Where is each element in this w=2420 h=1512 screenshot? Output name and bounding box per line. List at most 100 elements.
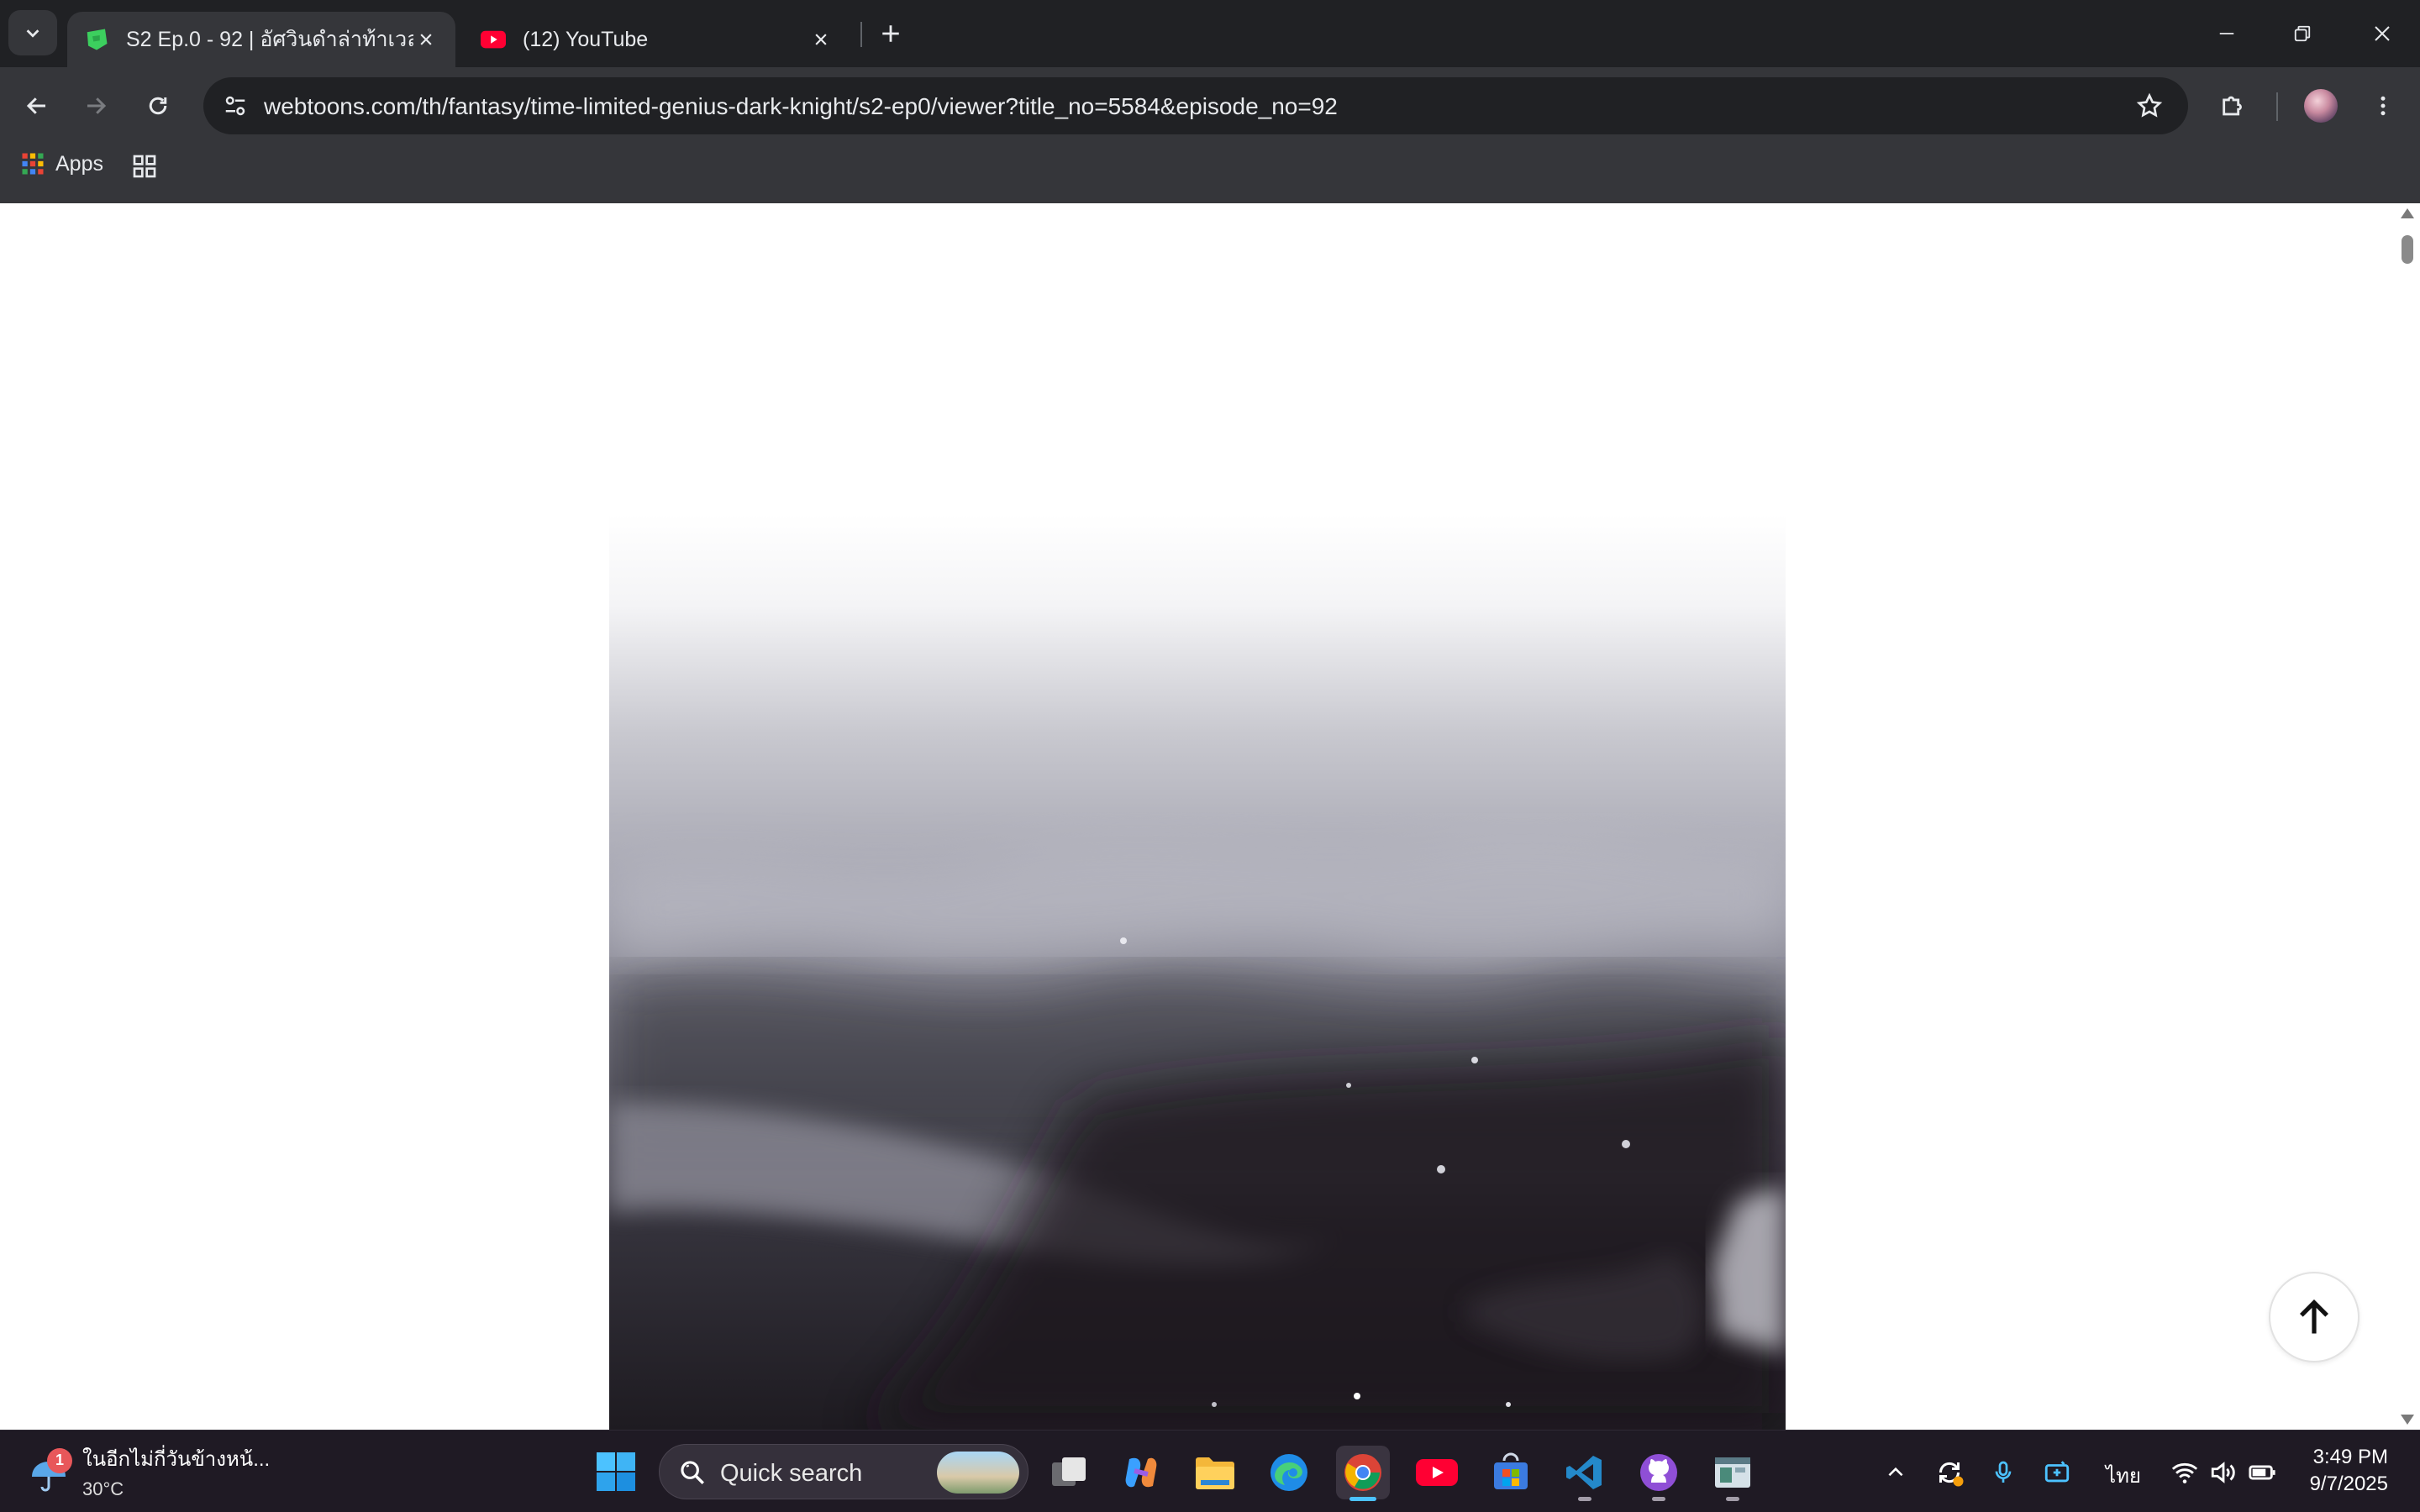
browser-toolbar: webtoons.com/th/fantasy/time-limited-gen… (0, 67, 2420, 212)
youtube-favicon (481, 27, 506, 52)
clock-date: 9/7/2025 (2309, 1473, 2388, 1495)
folder-icon (1196, 1457, 1234, 1489)
tray-battery[interactable] (2244, 1454, 2281, 1491)
volume-icon (2211, 1462, 2235, 1483)
arrow-up-icon (2299, 1299, 2329, 1334)
screen-capture-icon (2044, 1461, 2070, 1483)
tray-microphone[interactable] (1985, 1454, 2022, 1491)
menu-button[interactable] (2361, 84, 2405, 128)
tab-groups-button[interactable] (131, 153, 158, 180)
youtube-icon (1416, 1459, 1458, 1486)
restore-icon (2294, 25, 2311, 42)
tune-icon (225, 96, 245, 116)
store-icon (1494, 1452, 1528, 1489)
puzzle-icon (2223, 96, 2242, 116)
page-scrollbar[interactable] (2395, 203, 2420, 1430)
weather-temp: 30°C (82, 1478, 124, 1499)
bookmark-star-button[interactable] (2133, 89, 2166, 123)
copilot-icon (1125, 1457, 1157, 1488)
toolbar-divider (2276, 92, 2278, 121)
chrome-icon (1344, 1454, 1381, 1491)
tab-separator (860, 22, 862, 47)
taskbar-search[interactable]: Quick search (659, 1444, 1028, 1499)
new-tab-button[interactable] (874, 17, 908, 50)
running-app-indicator (1652, 1497, 1665, 1501)
tab-title: S2 Ep.0 - 92 | อัศวินดำล่าท้าเวลา (126, 28, 413, 51)
taskbar-file-explorer[interactable] (1188, 1446, 1242, 1499)
grid-icon (133, 155, 156, 178)
show-hidden-icons-button[interactable] (1877, 1454, 1914, 1491)
windows-logo-icon (597, 1452, 635, 1491)
clock-time: 3:49 PM (2312, 1446, 2388, 1468)
notification-badge: 1 (47, 1447, 72, 1473)
bookmark-apps-label: Apps (55, 151, 103, 176)
more-vertical-icon (2381, 96, 2386, 116)
url-text[interactable]: webtoons.com/th/fantasy/time-limited-gen… (264, 93, 1338, 120)
close-tab-icon[interactable] (808, 27, 834, 52)
avatar (2304, 89, 2338, 123)
bookmarks-bar: Apps (0, 148, 2420, 186)
tray-wifi[interactable] (2166, 1454, 2203, 1491)
profile-button[interactable] (2299, 84, 2343, 128)
webtoon-favicon (84, 27, 109, 52)
tab-title: (12) YouTube (523, 27, 649, 51)
taskbar-app-window[interactable] (1706, 1446, 1760, 1501)
taskbar-copilot[interactable] (1114, 1446, 1168, 1499)
taskbar-chrome[interactable] (1336, 1446, 1390, 1501)
site-info-button[interactable] (215, 86, 255, 126)
github-icon (1640, 1454, 1677, 1491)
chevron-up-icon (1888, 1467, 1903, 1477)
tab-webtoon[interactable]: S2 Ep.0 - 92 | อัศวินดำล่าท้าเวลา (67, 12, 455, 67)
extensions-button[interactable] (2212, 84, 2255, 128)
browser-titlebar: S2 Ep.0 - 92 | อัศวินดำล่าท้าเวลา (12) Y… (0, 0, 2420, 67)
taskbar-clock[interactable]: 3:49 PM 9/7/2025 (2310, 1444, 2388, 1498)
scroll-up-arrow-icon[interactable] (2401, 208, 2414, 218)
tray-volume[interactable] (2205, 1454, 2242, 1491)
battery-icon (2249, 1465, 2275, 1480)
start-button[interactable] (595, 1451, 637, 1493)
search-label: Quick search (720, 1460, 863, 1487)
apps-grid-icon (22, 153, 44, 175)
chevron-down-icon (26, 29, 39, 38)
active-app-indicator (1349, 1497, 1376, 1501)
bookmark-apps[interactable]: Apps (20, 151, 103, 176)
taskbar-vscode[interactable] (1558, 1446, 1612, 1501)
restore-button[interactable] (2265, 0, 2340, 67)
arrow-right-icon (87, 97, 107, 114)
plus-icon (882, 25, 899, 42)
vscode-icon (1566, 1456, 1602, 1489)
taskbar-edge[interactable] (1262, 1446, 1316, 1499)
windows-taskbar: 1 ในอีกไม่กี่วันข้างหน้... 30°C Quick se… (0, 1430, 2420, 1512)
weather-widget[interactable]: 1 ในอีกไม่กี่วันข้างหน้... 30°C (25, 1442, 270, 1500)
page-viewport[interactable] (0, 203, 2420, 1430)
scroll-down-arrow-icon[interactable] (2401, 1415, 2414, 1425)
edge-icon (1270, 1454, 1307, 1491)
tray-capture[interactable] (2039, 1454, 2075, 1491)
search-icon (681, 1461, 704, 1484)
taskbar-task-view[interactable] (1042, 1446, 1096, 1499)
close-tab-icon[interactable] (413, 27, 439, 52)
close-window-button[interactable] (2344, 0, 2420, 67)
back-button[interactable] (15, 84, 59, 128)
input-language[interactable]: ไทย (2106, 1459, 2141, 1492)
tab-search-button[interactable] (8, 10, 57, 55)
taskbar-github-desktop[interactable] (1632, 1446, 1686, 1501)
search-highlight-image (937, 1452, 1019, 1494)
minimize-icon (2219, 33, 2234, 34)
weather-text: ในอีกไม่กี่วันข้างหน้... (82, 1448, 271, 1471)
forward-button[interactable] (74, 84, 118, 128)
reload-icon (149, 97, 167, 115)
address-bar[interactable]: webtoons.com/th/fantasy/time-limited-gen… (203, 77, 2188, 134)
taskbar-youtube[interactable] (1410, 1446, 1464, 1499)
taskbar-microsoft-store[interactable] (1484, 1446, 1538, 1499)
tab-youtube[interactable]: (12) YouTube (464, 12, 850, 67)
wifi-icon (2171, 1462, 2198, 1483)
microphone-icon (1995, 1461, 2012, 1483)
scrollbar-thumb[interactable] (2402, 235, 2413, 264)
minimize-button[interactable] (2189, 0, 2265, 67)
umbrella-icon: 1 (25, 1447, 72, 1495)
reload-button[interactable] (136, 84, 180, 128)
scroll-to-top-button[interactable] (2269, 1272, 2360, 1362)
tray-sync[interactable] (1931, 1454, 1968, 1491)
comic-panel-image (609, 514, 1786, 1430)
